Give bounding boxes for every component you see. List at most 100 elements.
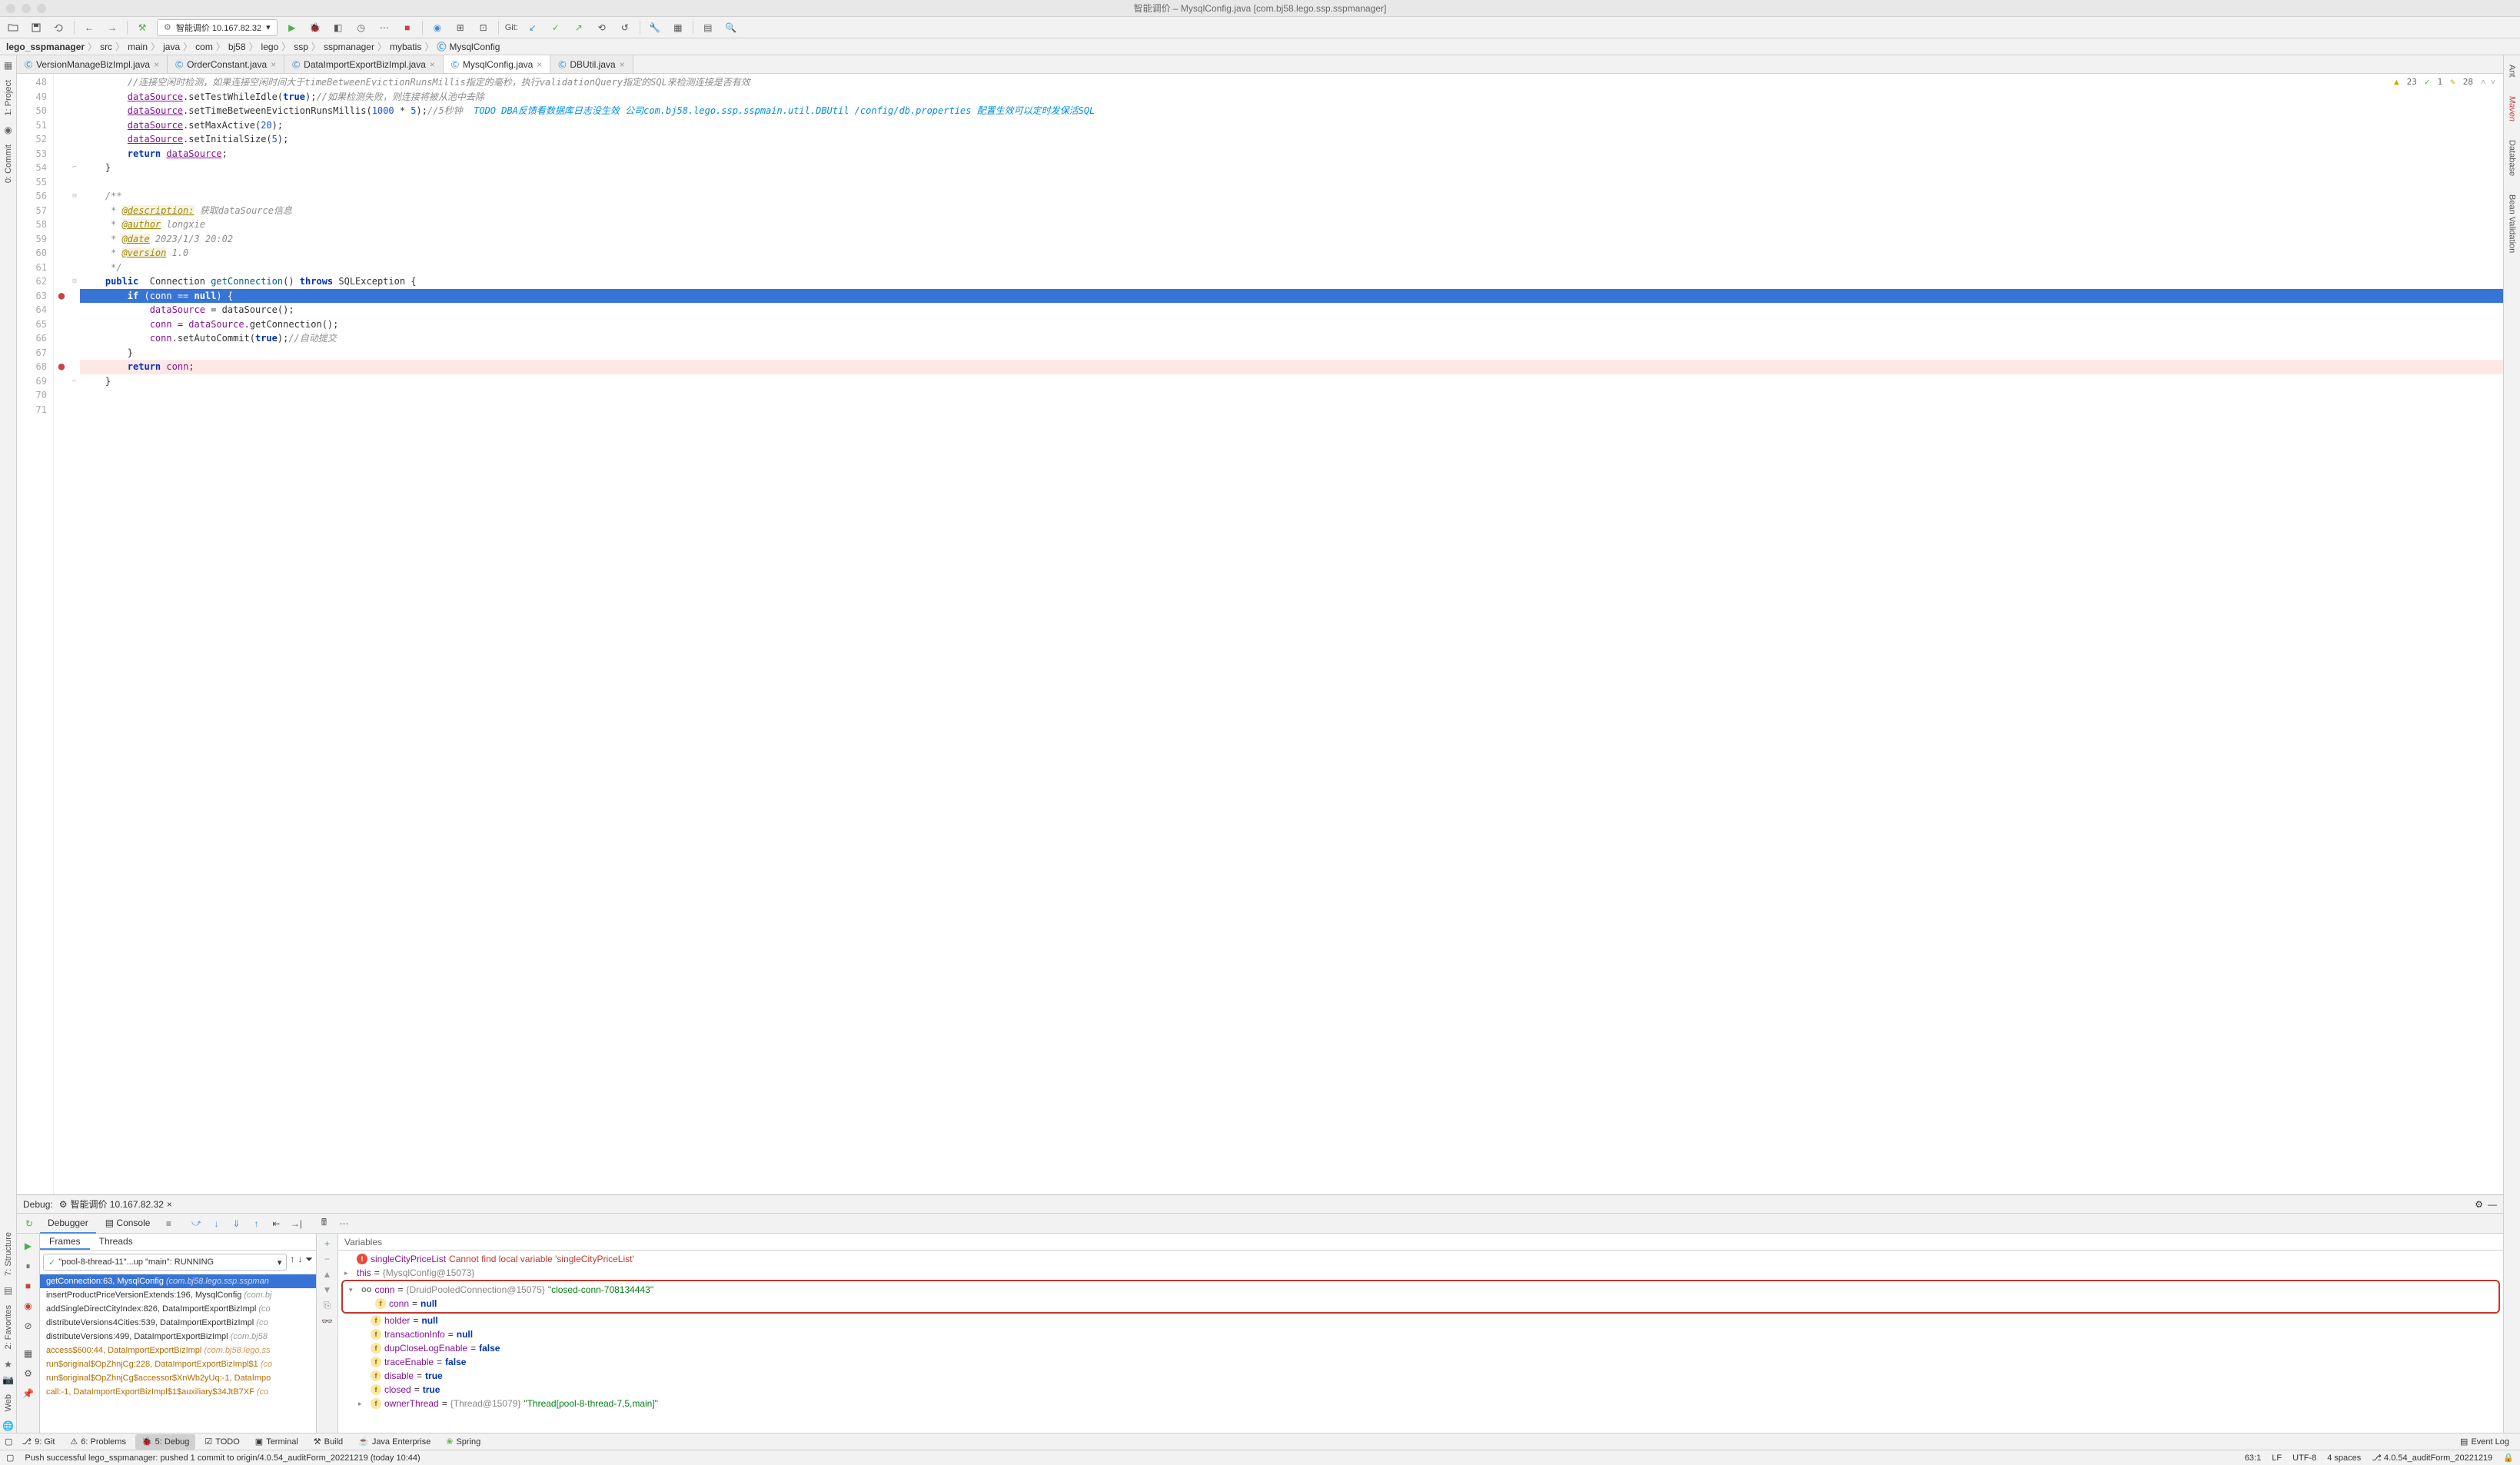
close-icon[interactable]: × xyxy=(154,59,159,70)
variable-row[interactable]: ▸ this = {MysqlConfig@15073} xyxy=(338,1266,2503,1280)
evaluate-icon[interactable]: 🖩 xyxy=(314,1215,333,1232)
maven-tool[interactable]: Maven xyxy=(2506,90,2518,128)
step-over-icon[interactable]: ⤻ xyxy=(187,1215,205,1232)
favorites-tool[interactable]: 2: Favorites xyxy=(2,1299,15,1355)
variable-row[interactable]: f closed = true xyxy=(338,1383,2503,1397)
open-icon[interactable] xyxy=(5,19,22,36)
variable-row[interactable]: f transactionInfo = null xyxy=(338,1327,2503,1341)
breadcrumb-item[interactable]: sspmanager xyxy=(324,42,374,52)
build-tool[interactable]: ⚒Build xyxy=(308,1434,349,1450)
variable-row[interactable]: f disable = true xyxy=(338,1369,2503,1383)
debugger-tab[interactable]: Debugger xyxy=(40,1214,96,1234)
editor-tab[interactable]: ⒸOrderConstant.java× xyxy=(168,55,284,73)
close-icon[interactable]: × xyxy=(620,59,625,70)
editor-tab[interactable]: ⒸMysqlConfig.java× xyxy=(444,55,550,73)
variable-row[interactable]: f holder = null xyxy=(338,1314,2503,1327)
structure-tool[interactable]: 7: Structure xyxy=(2,1226,15,1282)
breakpoint-gutter[interactable]: ● ● xyxy=(54,74,69,1194)
git-rollback-icon[interactable]: ↺ xyxy=(617,19,633,36)
stack-frame[interactable]: run$original$OpZhnjCg$accessor$XnWb2yUq:… xyxy=(40,1371,316,1385)
web-tool[interactable]: Web xyxy=(2,1388,15,1417)
prev-frame-icon[interactable]: ↑ xyxy=(290,1254,294,1271)
camera-icon[interactable]: 📷 xyxy=(2,1373,15,1387)
todo-tool[interactable]: ☑TODO xyxy=(198,1434,245,1450)
build-icon[interactable]: ⚒ xyxy=(134,19,151,36)
run-config-selector[interactable]: ⚙ 智能调价 10.167.82.32 ▾ xyxy=(157,19,278,36)
commit-icon[interactable]: ◉ xyxy=(2,123,15,137)
variable-row[interactable]: f traceEnable = false xyxy=(338,1355,2503,1369)
breadcrumb-item[interactable]: src xyxy=(100,42,112,52)
bean-validation-tool[interactable]: Bean Validation xyxy=(2506,188,2518,259)
git-branch[interactable]: ⎇ 4.0.54_auditForm_20221219 xyxy=(2372,1453,2492,1463)
view-breakpoints-icon[interactable]: ◉ xyxy=(19,1297,38,1315)
inspect-icon[interactable]: ⊡ xyxy=(475,19,492,36)
breadcrumb-item[interactable]: bj58 xyxy=(228,42,246,52)
glasses-icon[interactable]: 👓 xyxy=(321,1316,333,1327)
drop-frame-icon[interactable]: ⇤ xyxy=(267,1215,285,1232)
file-encoding[interactable]: UTF-8 xyxy=(2292,1453,2316,1463)
git-history-icon[interactable]: ⟲ xyxy=(593,19,610,36)
spring-tool[interactable]: ❀Spring xyxy=(440,1434,487,1450)
git-tool[interactable]: ⎇9: Git xyxy=(15,1434,61,1450)
attach-icon[interactable]: ⋯ xyxy=(376,19,393,36)
run-icon[interactable]: ▶ xyxy=(284,19,301,36)
stack-frame[interactable]: call:-1, DataImportExportBizImpl$1$auxil… xyxy=(40,1385,316,1399)
git-push-icon[interactable]: ↗ xyxy=(570,19,587,36)
pause-icon[interactable]: ⏸ xyxy=(19,1257,38,1275)
filter-icon[interactable]: ⏷ xyxy=(305,1254,313,1271)
code-content[interactable]: //连接空闲时检测，如果连接空闲时间大于timeBetweenEvictionR… xyxy=(80,74,2503,1194)
refresh-icon[interactable] xyxy=(51,19,68,36)
gear-icon[interactable]: ⚙ xyxy=(2475,1199,2483,1210)
forward-icon[interactable]: → xyxy=(104,19,121,36)
profile-icon[interactable]: ◷ xyxy=(353,19,370,36)
next-frame-icon[interactable]: ↓ xyxy=(298,1254,302,1271)
copy-icon[interactable]: ⎘ xyxy=(324,1300,331,1311)
variable-row[interactable]: ! singleCityPriceListCannot find local v… xyxy=(338,1252,2503,1266)
close-icon[interactable]: × xyxy=(271,59,276,70)
stack-frame[interactable]: distributeVersions:499, DataImportExport… xyxy=(40,1330,316,1344)
minimize-window[interactable] xyxy=(22,4,31,13)
project-icon[interactable]: ▦ xyxy=(2,58,15,72)
force-step-into-icon[interactable]: ⇓ xyxy=(227,1215,245,1232)
up-icon[interactable]: ▲ xyxy=(323,1269,332,1280)
database-tool[interactable]: Database xyxy=(2506,134,2518,182)
close-icon[interactable]: × xyxy=(430,59,435,70)
breadcrumb-root[interactable]: lego_sspmanager xyxy=(6,42,85,52)
fold-gutter[interactable]: ⌐ ⊟ ⊟ ⌐ xyxy=(69,74,80,1194)
breadcrumb-item[interactable]: lego xyxy=(261,42,279,52)
back-icon[interactable]: ← xyxy=(81,19,98,36)
stack-frame[interactable]: addSingleDirectCityIndex:826, DataImport… xyxy=(40,1302,316,1316)
run-to-cursor-icon[interactable]: →| xyxy=(287,1215,305,1232)
layout-icon[interactable]: ▦ xyxy=(19,1344,38,1363)
java-ee-tool[interactable]: ☕Java Enterprise xyxy=(352,1434,437,1450)
lock-icon[interactable]: 🔒 xyxy=(2503,1453,2514,1463)
frames-tab[interactable]: Frames xyxy=(40,1234,90,1250)
ant-tool[interactable]: Ant xyxy=(2506,58,2518,84)
stop-icon[interactable]: ■ xyxy=(19,1277,38,1295)
stack-frame[interactable]: distributeVersions4Cities:539, DataImpor… xyxy=(40,1316,316,1330)
favorites-icon[interactable]: ★ xyxy=(2,1357,15,1371)
settings-icon[interactable]: ⚙ xyxy=(19,1364,38,1383)
maximize-window[interactable] xyxy=(37,4,46,13)
mute-breakpoints-icon[interactable]: ⊘ xyxy=(19,1317,38,1335)
minimize-icon[interactable]: — xyxy=(2488,1199,2497,1210)
breadcrumb-item[interactable]: mybatis xyxy=(390,42,421,52)
git-commit-icon[interactable]: ✓ xyxy=(547,19,564,36)
code-with-me-icon[interactable]: ⊞ xyxy=(452,19,469,36)
debug-tool[interactable]: 🐞5: Debug xyxy=(135,1434,195,1450)
tool-windows-icon[interactable]: ▢ xyxy=(5,1437,12,1447)
editor-tab[interactable]: ⒸDBUtil.java× xyxy=(550,55,633,73)
breadcrumb-item[interactable]: MysqlConfig xyxy=(449,42,500,52)
coverage-icon[interactable]: ◧ xyxy=(330,19,347,36)
threads-tab[interactable]: Threads xyxy=(90,1234,142,1250)
settings-icon[interactable]: 🔧 xyxy=(647,19,663,36)
debug-config[interactable]: ⚙ 智能调价 10.167.82.32 × xyxy=(59,1198,172,1211)
pin-icon[interactable]: 📌 xyxy=(19,1384,38,1403)
breadcrumb-item[interactable]: com xyxy=(195,42,213,52)
frames-list[interactable]: getConnection:63, MysqlConfig (com.bj58.… xyxy=(40,1274,316,1433)
structure-icon[interactable]: ▤ xyxy=(2,1284,15,1297)
variable-row[interactable]: ▾oo conn = {DruidPooledConnection@15075}… xyxy=(343,1283,2498,1297)
code-editor[interactable]: 4849505152535455565758596061626364656667… xyxy=(17,74,2503,1194)
event-log-tool[interactable]: ▤Event Log xyxy=(2454,1434,2515,1450)
close-icon[interactable]: × xyxy=(167,1199,172,1210)
